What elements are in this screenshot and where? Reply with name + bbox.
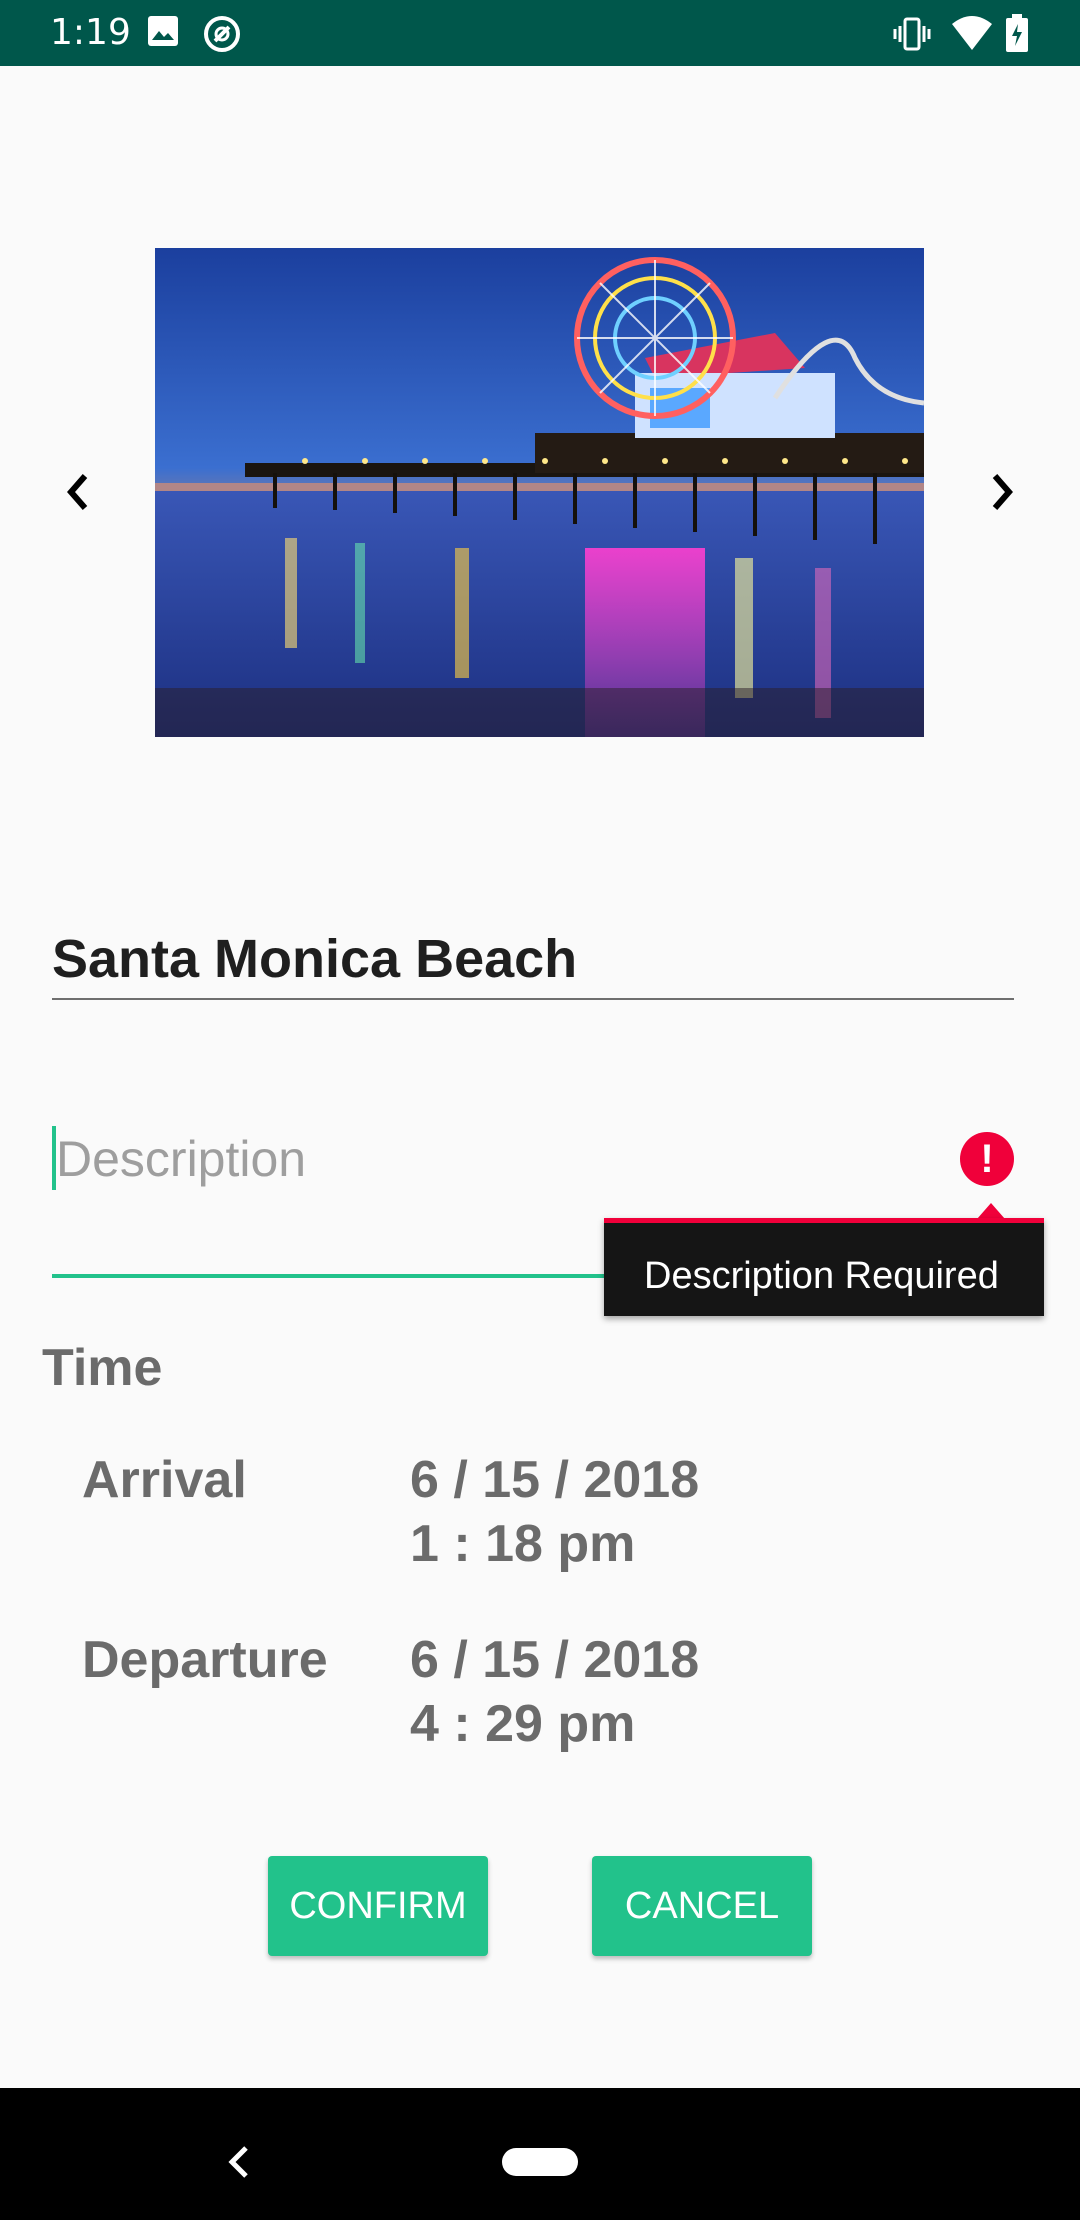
departure-date[interactable]: 6 / 15 / 2018	[410, 1628, 699, 1692]
battery-charging-icon	[1004, 14, 1030, 59]
next-image-button[interactable]	[972, 464, 1032, 524]
image-carousel	[0, 248, 1080, 738]
system-navigation-bar	[0, 2088, 1080, 2220]
arrival-time[interactable]: 1 : 18 pm	[410, 1512, 699, 1576]
wifi-icon	[950, 14, 994, 57]
departure-label: Departure	[82, 1631, 328, 1689]
departure-value[interactable]: 6 / 15 / 2018 4 : 29 pm	[410, 1628, 699, 1756]
back-button[interactable]	[218, 2134, 258, 2190]
confirm-button[interactable]: CONFIRM	[268, 1856, 488, 1956]
place-name-value: Santa Monica Beach	[52, 929, 578, 989]
home-button[interactable]	[502, 2148, 578, 2176]
description-placeholder: Description	[56, 1131, 307, 1187]
error-tooltip: Description Required	[604, 1218, 1044, 1316]
previous-image-button[interactable]	[48, 464, 108, 524]
chevron-right-icon	[987, 472, 1017, 517]
place-photo	[155, 248, 924, 737]
at-sign-icon	[202, 14, 242, 59]
back-icon	[218, 2146, 258, 2194]
status-time: 1:19	[50, 12, 131, 53]
error-icon[interactable]: !	[960, 1132, 1014, 1186]
arrival-label: Arrival	[82, 1451, 247, 1509]
image-icon	[146, 14, 180, 53]
vibrate-icon	[892, 14, 932, 59]
arrival-value[interactable]: 6 / 15 / 2018 1 : 18 pm	[410, 1448, 699, 1576]
place-name-field[interactable]: Santa Monica Beach	[52, 920, 1014, 1000]
error-message: Description Required	[644, 1255, 999, 1297]
cancel-button[interactable]: CANCEL	[592, 1856, 812, 1956]
arrival-date[interactable]: 6 / 15 / 2018	[410, 1448, 699, 1512]
tooltip-caret	[977, 1203, 1005, 1219]
status-bar: 1:19	[0, 0, 1080, 66]
chevron-left-icon	[63, 472, 93, 517]
departure-time[interactable]: 4 : 29 pm	[410, 1692, 699, 1756]
time-section-title: Time	[42, 1339, 163, 1397]
